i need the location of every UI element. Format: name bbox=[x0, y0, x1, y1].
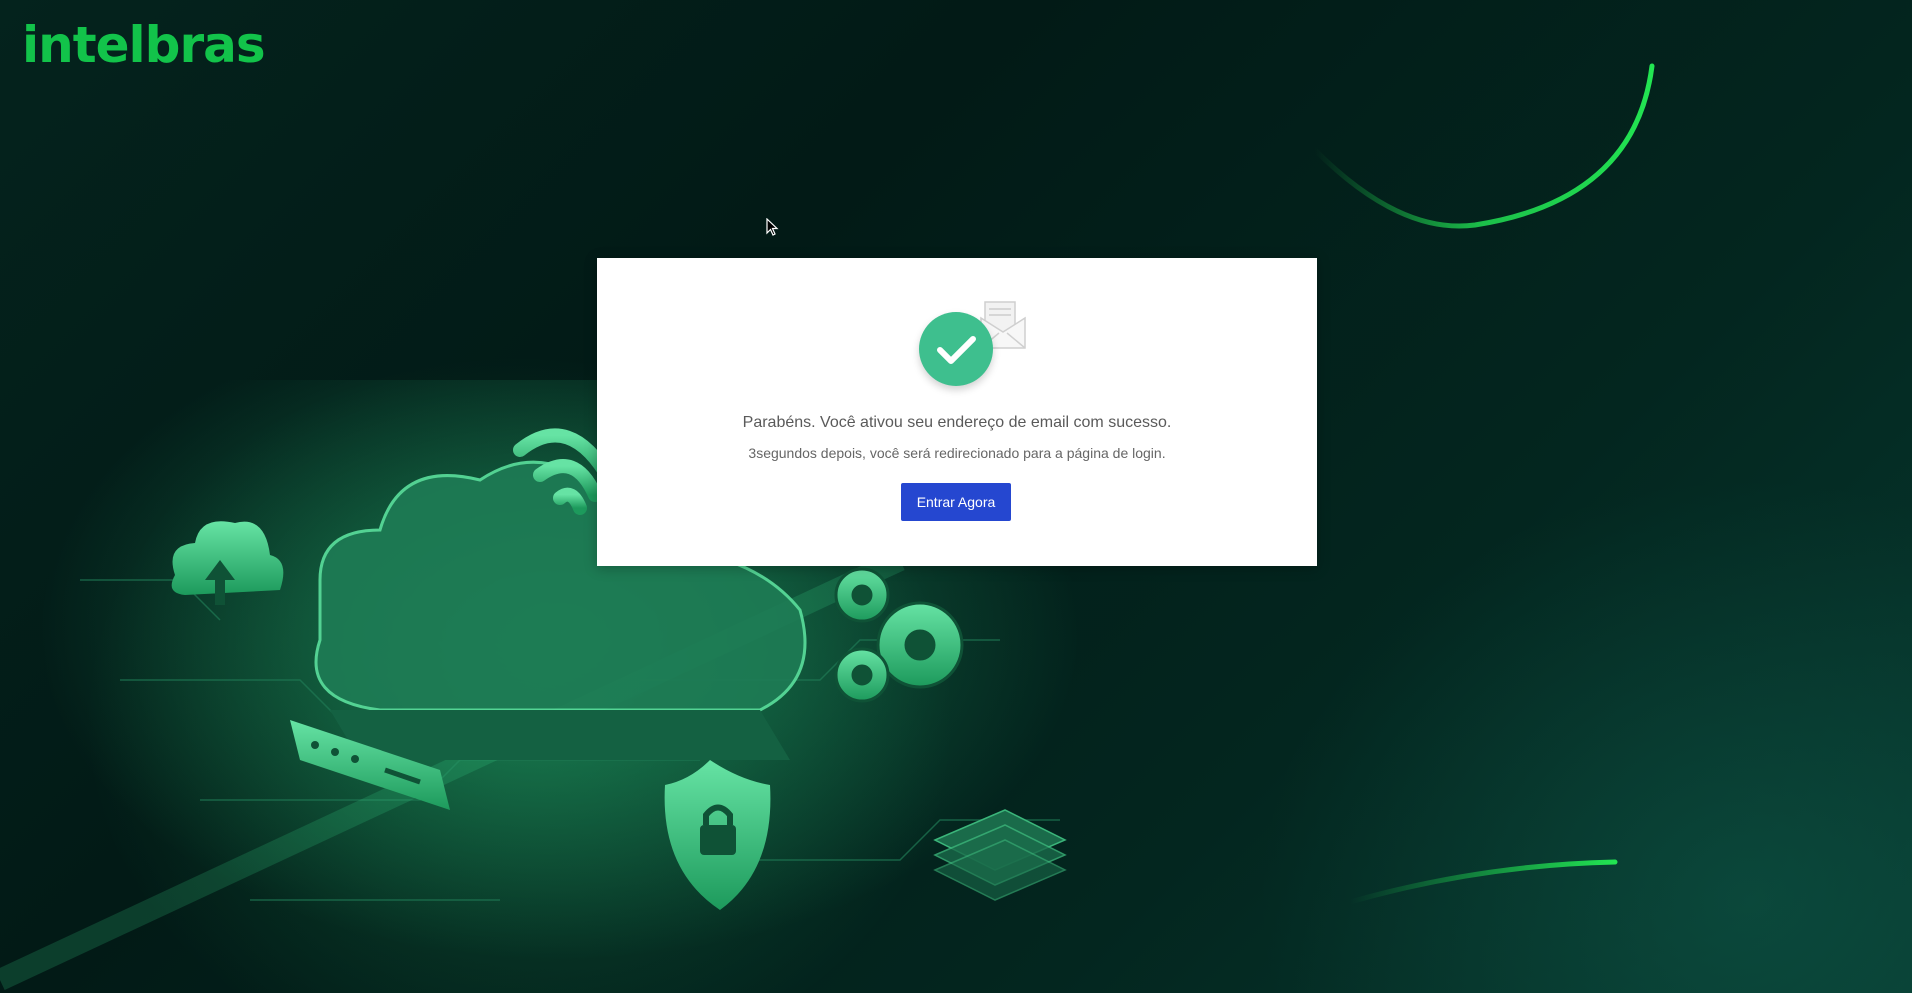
email-activation-dialog: Parabéns. Você ativou seu endereço de em… bbox=[597, 258, 1317, 566]
success-check-icon bbox=[919, 312, 993, 386]
success-message: Parabéns. Você ativou seu endereço de em… bbox=[742, 414, 1172, 431]
mouse-cursor-icon bbox=[766, 218, 779, 236]
redirect-notice: 3segundos depois, você será redirecionad… bbox=[748, 445, 1166, 461]
success-illustration bbox=[919, 300, 1029, 390]
top-right-arc bbox=[1312, 63, 1655, 229]
bottom-right-arc bbox=[1347, 859, 1618, 905]
enter-now-button[interactable]: Entrar Agora bbox=[901, 483, 1011, 521]
